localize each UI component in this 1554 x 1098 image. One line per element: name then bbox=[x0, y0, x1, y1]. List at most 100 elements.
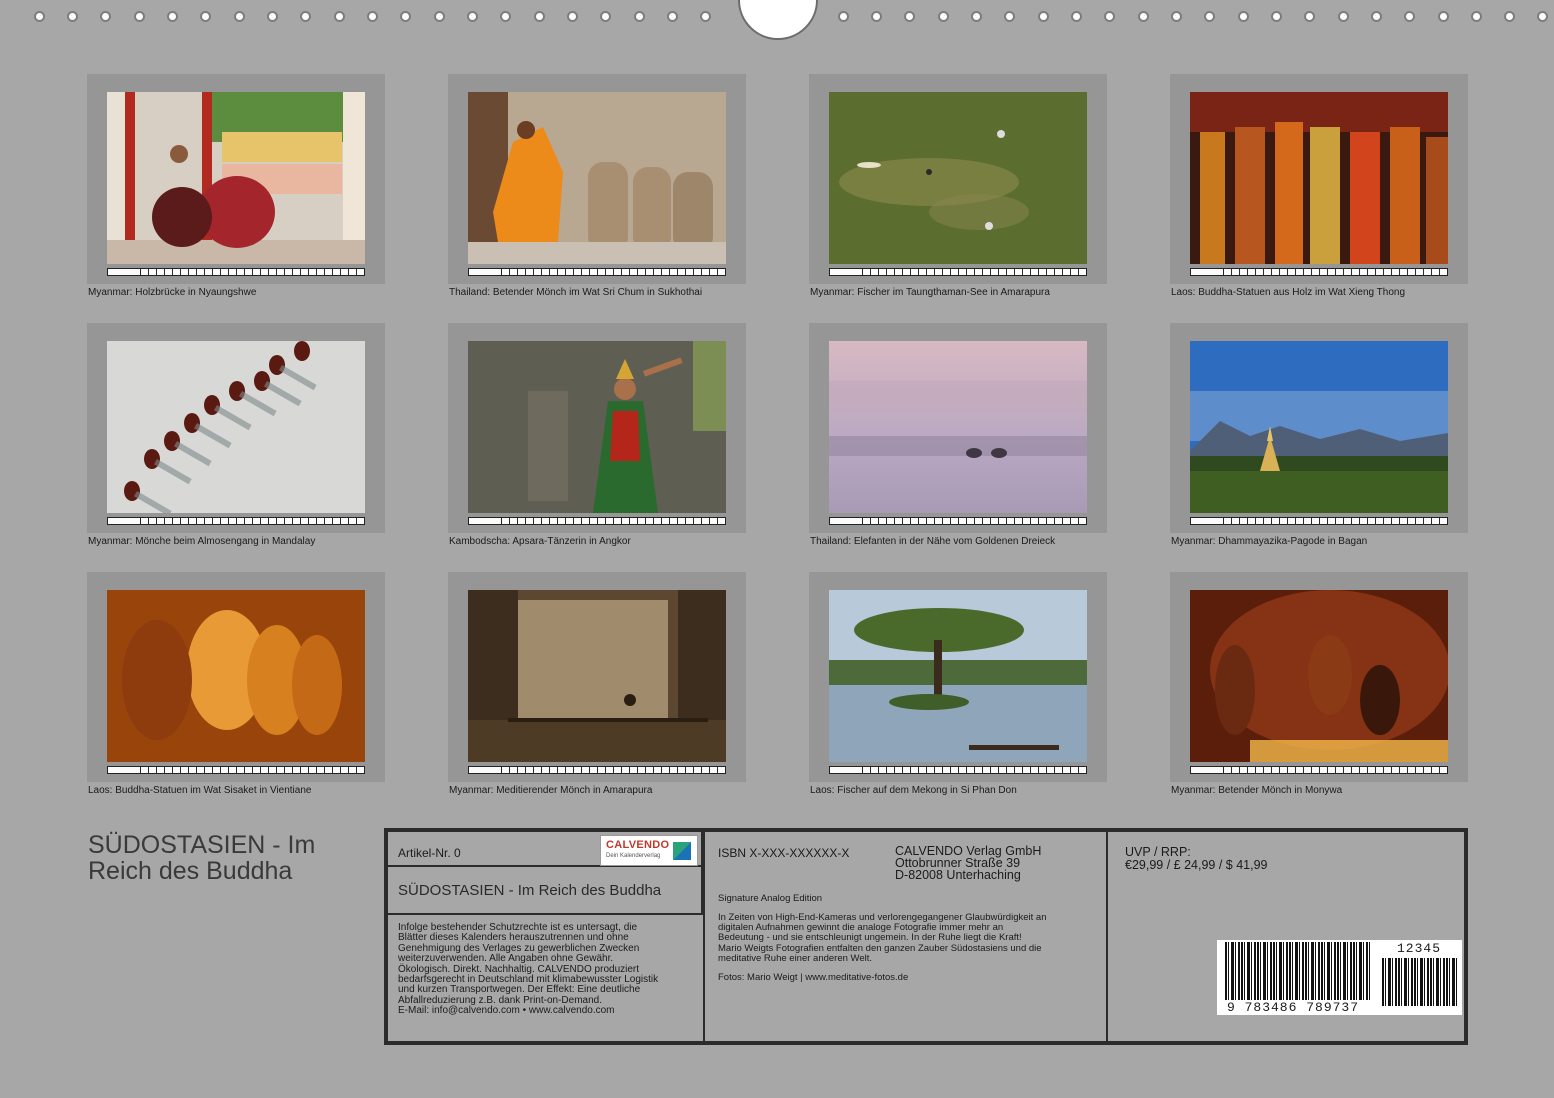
binding-hole bbox=[600, 11, 611, 22]
month-thumbnail-november[interactable] bbox=[809, 572, 1107, 782]
photo-caption: Myanmar: Meditierender Mönch in Amarapur… bbox=[449, 785, 653, 796]
binding-hole bbox=[667, 11, 678, 22]
edition-label: Signature Analog Edition bbox=[718, 893, 823, 904]
month-calendar-strip bbox=[107, 268, 365, 276]
calendar-title: SÜDOSTASIEN - Im Reich des Buddha bbox=[88, 832, 378, 884]
photo-caption: Myanmar: Mönche beim Almosengang in Mand… bbox=[88, 536, 316, 547]
binding-hole bbox=[400, 11, 411, 22]
month-calendar-strip bbox=[829, 517, 1087, 525]
photo-elephants-mist bbox=[829, 341, 1087, 513]
photo-caption: Laos: Fischer auf dem Mekong in Si Phan … bbox=[810, 785, 1017, 796]
photo-buddha-heads bbox=[107, 590, 365, 762]
month-thumbnail-june[interactable] bbox=[448, 323, 746, 533]
photo-caption: Myanmar: Betender Mönch in Monywa bbox=[1171, 785, 1343, 796]
binding-hole bbox=[100, 11, 111, 22]
binding-hole bbox=[1271, 11, 1282, 22]
month-calendar-strip bbox=[829, 268, 1087, 276]
month-thumbnail-february[interactable] bbox=[448, 74, 746, 284]
photo-monk-umbrella bbox=[107, 92, 365, 264]
binding-hole bbox=[34, 11, 45, 22]
logo-icon bbox=[673, 842, 691, 860]
binding-hole bbox=[300, 11, 311, 22]
photo-caption: Thailand: Betender Mönch im Wat Sri Chum… bbox=[449, 287, 703, 298]
binding-hole bbox=[434, 11, 445, 22]
publisher-line: D-82008 Unterhaching bbox=[895, 868, 1021, 882]
binding-hole bbox=[1304, 11, 1315, 22]
product-title: SÜDOSTASIEN - Im Reich des Buddha bbox=[398, 882, 662, 899]
photo-caption: Myanmar: Fischer im Taungthaman-See in A… bbox=[810, 287, 1050, 298]
calvendo-logo: CALVENDO Dein Kalenderverlag bbox=[600, 835, 698, 866]
month-calendar-strip bbox=[1190, 268, 1448, 276]
binding-hole bbox=[567, 11, 578, 22]
article-number: Artikel-Nr. 0 bbox=[398, 846, 461, 860]
month-thumbnail-october[interactable] bbox=[448, 572, 746, 782]
price-value: €29,99 / £ 24,99 / $ 41,99 bbox=[1125, 858, 1268, 872]
binding-hole bbox=[200, 11, 211, 22]
month-calendar-strip bbox=[468, 517, 726, 525]
hanger-cutout bbox=[738, 0, 818, 40]
photo-praying-monk bbox=[468, 92, 726, 264]
binding-hole bbox=[904, 11, 915, 22]
binding-hole bbox=[1171, 11, 1182, 22]
month-calendar-strip bbox=[468, 268, 726, 276]
photo-caption: Thailand: Elefanten in der Nähe vom Gold… bbox=[810, 536, 1056, 547]
binding-hole bbox=[1138, 11, 1149, 22]
month-thumbnail-august[interactable] bbox=[1170, 323, 1468, 533]
photo-caption: Laos: Buddha-Statuen aus Holz im Wat Xie… bbox=[1171, 287, 1406, 298]
month-thumbnail-july[interactable] bbox=[809, 323, 1107, 533]
calendar-title-line: SÜDOSTASIEN - Im bbox=[88, 831, 316, 859]
description-line: meditative Ruhe einer anderen Welt. bbox=[718, 952, 873, 964]
binding-hole bbox=[467, 11, 478, 22]
binding-hole bbox=[871, 11, 882, 22]
binding-hole bbox=[971, 11, 982, 22]
price-label: UVP / RRP: bbox=[1125, 845, 1191, 859]
photo-mekong-fisherman bbox=[829, 590, 1087, 762]
binding-hole bbox=[334, 11, 345, 22]
binding-hole bbox=[367, 11, 378, 22]
isbn: ISBN X-XXX-XXXXXX-X bbox=[718, 846, 850, 860]
month-calendar-strip bbox=[1190, 766, 1448, 774]
photo-monks-alms bbox=[107, 341, 365, 513]
legal-text: Infolge bestehender Schutzrechte ist es … bbox=[398, 922, 658, 1017]
binding-hole bbox=[1071, 11, 1082, 22]
binding-hole bbox=[1004, 11, 1015, 22]
photo-apsara-dancer bbox=[468, 341, 726, 513]
photo-meditating-monk bbox=[468, 590, 726, 762]
month-thumbnail-april[interactable] bbox=[1170, 74, 1468, 284]
photo-caption: Myanmar: Dhammayazika-Pagode in Bagan bbox=[1171, 536, 1368, 547]
binding-hole bbox=[1504, 11, 1515, 22]
binding-hole bbox=[1338, 11, 1349, 22]
binding-hole bbox=[1204, 11, 1215, 22]
logo-wordmark: CALVENDO bbox=[606, 839, 670, 851]
month-calendar-strip bbox=[107, 766, 365, 774]
barcode-number: 9 783486 789737 bbox=[1227, 1000, 1360, 1015]
legal-line: E-Mail: info@calvendo.com • www.calvendo… bbox=[398, 1005, 615, 1017]
binding-hole bbox=[534, 11, 545, 22]
month-calendar-strip bbox=[107, 517, 365, 525]
isbn-barcode: 9 783486 789737 12345 bbox=[1217, 940, 1462, 1015]
photo-buddha-statues bbox=[1190, 92, 1448, 264]
binding-hole bbox=[838, 11, 849, 22]
month-thumbnail-may[interactable] bbox=[87, 323, 385, 533]
binding-hole bbox=[700, 11, 711, 22]
binding-hole bbox=[1438, 11, 1449, 22]
month-thumbnail-january[interactable] bbox=[87, 74, 385, 284]
binding-hole bbox=[1371, 11, 1382, 22]
binding-hole bbox=[938, 11, 949, 22]
logo-tagline: Dein Kalenderverlag bbox=[606, 853, 661, 859]
photo-caption: Kambodscha: Apsara-Tänzerin in Angkor bbox=[449, 536, 631, 547]
photo-credit: Fotos: Mario Weigt | www.meditative-foto… bbox=[718, 972, 909, 983]
binding-hole bbox=[1471, 11, 1482, 22]
month-thumbnail-december[interactable] bbox=[1170, 572, 1468, 782]
binding-hole bbox=[267, 11, 278, 22]
publisher-address: CALVENDO Verlag GmbH Ottobrunner Straße … bbox=[895, 845, 1041, 882]
binding-hole bbox=[1038, 11, 1049, 22]
photo-monk-candles bbox=[1190, 590, 1448, 762]
binding-hole bbox=[1104, 11, 1115, 22]
calendar-title-line: Reich des Buddha bbox=[88, 857, 293, 885]
binding-hole bbox=[67, 11, 78, 22]
month-thumbnail-march[interactable] bbox=[809, 74, 1107, 284]
binding-hole bbox=[1238, 11, 1249, 22]
month-thumbnail-september[interactable] bbox=[87, 572, 385, 782]
month-calendar-strip bbox=[468, 766, 726, 774]
